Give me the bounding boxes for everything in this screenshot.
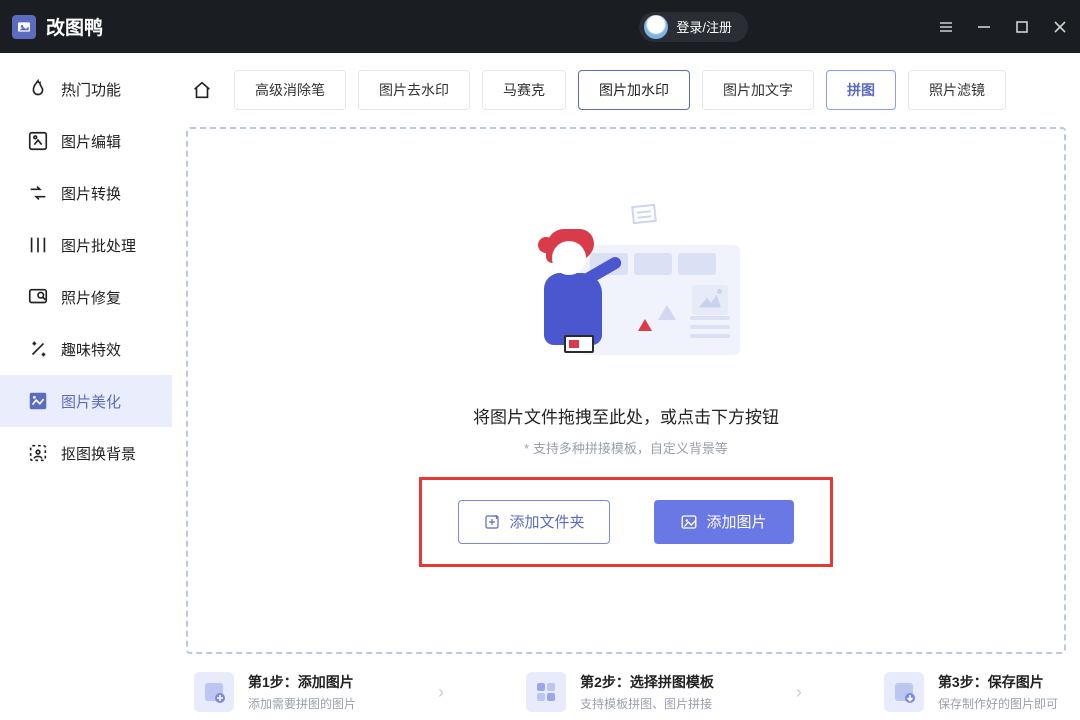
- app-title: 改图鸭: [46, 13, 103, 40]
- sidebar-item-label: 图片编辑: [61, 131, 121, 152]
- sidebar-item-label: 图片批处理: [61, 235, 136, 256]
- sidebar-item-edit[interactable]: 图片编辑: [0, 115, 172, 167]
- sidebar-item-label: 图片美化: [61, 391, 121, 412]
- batch-icon: [27, 234, 49, 256]
- dropzone-title: 将图片文件拖拽至此处，或点击下方按钮: [473, 403, 779, 428]
- sparkle-icon: [27, 338, 49, 360]
- steps-row: 第1步：添加图片添加需要拼图的图片 › 第2步：选择拼图模板支持模板拼图、图片拼…: [186, 668, 1066, 716]
- sidebar-item-label: 抠图换背景: [61, 443, 136, 464]
- minimize-icon[interactable]: [976, 19, 992, 35]
- add-image-button[interactable]: 添加图片: [654, 500, 794, 544]
- beautify-icon: [27, 390, 49, 412]
- action-highlight: 添加文件夹 添加图片: [419, 477, 832, 567]
- add-folder-button[interactable]: 添加文件夹: [458, 500, 609, 544]
- avatar-icon: [644, 15, 668, 39]
- cutout-icon: [27, 442, 49, 464]
- maximize-icon[interactable]: [1014, 19, 1030, 35]
- folder-plus-icon: [483, 513, 501, 531]
- dropzone-subtitle: * 支持多种拼接模板，自定义背景等: [524, 438, 728, 457]
- restore-icon: [27, 286, 49, 308]
- step-template-icon: [526, 672, 566, 712]
- convert-icon: [27, 182, 49, 204]
- chevron-right-icon: ›: [438, 682, 444, 703]
- home-button[interactable]: [188, 76, 216, 104]
- dropzone[interactable]: 将图片文件拖拽至此处，或点击下方按钮 * 支持多种拼接模板，自定义背景等 添加文…: [186, 127, 1066, 654]
- dropzone-illustration: [526, 215, 726, 385]
- sidebar-item-restore[interactable]: 照片修复: [0, 271, 172, 323]
- login-label: 登录/注册: [676, 17, 732, 36]
- sidebar-item-beautify[interactable]: 图片美化: [0, 375, 172, 427]
- sidebar-item-hot[interactable]: 热门功能: [0, 63, 172, 115]
- chevron-right-icon: ›: [796, 682, 802, 703]
- tab-add-watermark[interactable]: 图片加水印: [578, 70, 690, 110]
- step-3: 第3步：保存图片保存制作好的图片即可: [884, 672, 1058, 712]
- step-save-icon: [884, 672, 924, 712]
- sidebar-item-convert[interactable]: 图片转换: [0, 167, 172, 219]
- sidebar: 热门功能 图片编辑 图片转换 图片批处理 照片修复 趣味特效 图片美化 抠图换: [0, 53, 172, 720]
- login-button[interactable]: 登录/注册: [639, 12, 748, 42]
- sidebar-item-label: 趣味特效: [61, 339, 121, 360]
- sidebar-item-cutout[interactable]: 抠图换背景: [0, 427, 172, 479]
- tab-mosaic[interactable]: 马赛克: [482, 70, 566, 110]
- sidebar-item-batch[interactable]: 图片批处理: [0, 219, 172, 271]
- tab-filter[interactable]: 照片滤镜: [908, 70, 1006, 110]
- titlebar: 改图鸭 登录/注册: [0, 0, 1080, 53]
- edit-image-icon: [27, 130, 49, 152]
- sidebar-item-label: 热门功能: [61, 79, 121, 100]
- step-1: 第1步：添加图片添加需要拼图的图片: [194, 672, 356, 712]
- image-icon: [680, 513, 698, 531]
- main-area: 高级消除笔 图片去水印 马赛克 图片加水印 图片加文字 拼图 照片滤镜 将图片文…: [172, 53, 1080, 720]
- app-logo: [12, 15, 36, 39]
- flame-icon: [27, 78, 49, 100]
- tab-remove-watermark[interactable]: 图片去水印: [358, 70, 470, 110]
- tab-add-text[interactable]: 图片加文字: [702, 70, 814, 110]
- close-icon[interactable]: [1052, 19, 1068, 35]
- step-2: 第2步：选择拼图模板支持模板拼图、图片拼接: [526, 672, 714, 712]
- menu-icon[interactable]: [938, 19, 954, 35]
- tabs-row: 高级消除笔 图片去水印 马赛克 图片加水印 图片加文字 拼图 照片滤镜: [186, 65, 1066, 115]
- sidebar-item-effects[interactable]: 趣味特效: [0, 323, 172, 375]
- step-add-icon: [194, 672, 234, 712]
- tab-eraser[interactable]: 高级消除笔: [234, 70, 346, 110]
- window-controls: [938, 19, 1068, 35]
- tab-collage[interactable]: 拼图: [826, 70, 896, 110]
- sidebar-item-label: 照片修复: [61, 287, 121, 308]
- sidebar-item-label: 图片转换: [61, 183, 121, 204]
